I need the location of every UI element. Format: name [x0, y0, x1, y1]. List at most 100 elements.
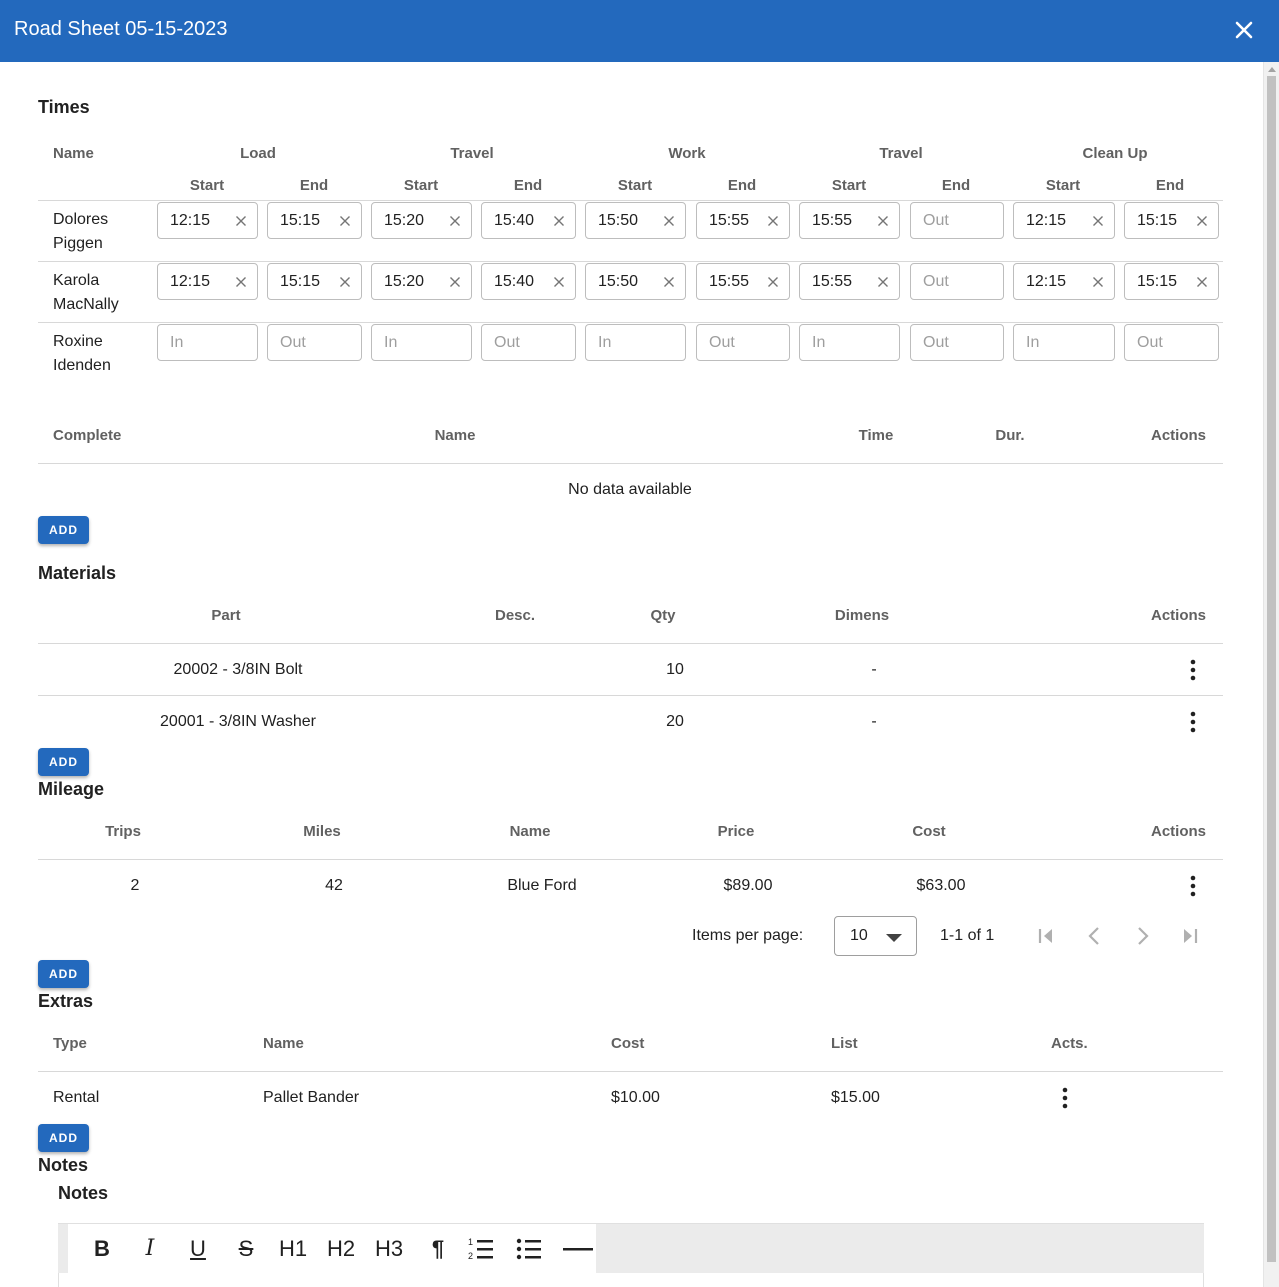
materials-qty-header: Qty [650, 607, 676, 624]
time-out-field[interactable]: Out [481, 324, 576, 361]
heading3-button[interactable]: H3 [366, 1233, 412, 1265]
bold-button[interactable]: B [82, 1233, 122, 1265]
start-subheader: Start [831, 177, 867, 194]
time-in-field[interactable]: In [1013, 324, 1115, 361]
clear-time-icon[interactable] [449, 276, 461, 288]
time-out-field[interactable]: 15:15 [1124, 263, 1219, 300]
time-out-field[interactable]: Out [910, 324, 1004, 361]
bullet-list-icon[interactable] [514, 1233, 546, 1265]
italic-button[interactable]: I [130, 1233, 170, 1265]
extras-section-title: Extras [38, 991, 94, 1011]
time-placeholder: Out [709, 334, 735, 351]
ordered-list-icon[interactable]: 1 2 [466, 1233, 498, 1265]
time-in-field[interactable]: 12:15 [1013, 202, 1115, 239]
previous-page-icon[interactable] [1082, 924, 1106, 948]
group-header-load: Load [240, 145, 276, 162]
clear-time-icon[interactable] [339, 215, 351, 227]
clear-time-icon[interactable] [235, 276, 247, 288]
scroll-up-arrow-icon[interactable] [1268, 67, 1276, 72]
time-out-field[interactable]: 15:55 [696, 263, 790, 300]
strikethrough-button[interactable]: S [226, 1233, 266, 1265]
time-out-field[interactable]: 15:15 [267, 202, 362, 239]
mileage-row-menu-icon[interactable] [1181, 874, 1205, 898]
rich-text-toolbar: B I U S H1 H2 H3 ¶ 1 2 [58, 1223, 1204, 1274]
clear-time-icon[interactable] [663, 215, 675, 227]
time-out-field[interactable]: Out [696, 324, 790, 361]
clear-time-icon[interactable] [877, 276, 889, 288]
notes-editor-body[interactable] [58, 1273, 1204, 1287]
group-header-travel-2: Travel [879, 145, 923, 162]
first-page-icon[interactable] [1034, 924, 1058, 948]
clear-time-icon[interactable] [1196, 276, 1208, 288]
divider [38, 859, 1223, 860]
clear-time-icon[interactable] [1196, 215, 1208, 227]
time-out-field[interactable]: Out [1124, 324, 1219, 361]
time-out-field[interactable]: Out [910, 263, 1004, 300]
material-row-menu-icon[interactable] [1181, 710, 1205, 734]
clear-time-icon[interactable] [767, 215, 779, 227]
end-subheader: End [513, 177, 543, 194]
clear-time-icon[interactable] [553, 276, 565, 288]
clear-time-icon[interactable] [663, 276, 675, 288]
vertical-scrollbar[interactable] [1263, 62, 1279, 1287]
notes-section-title: Notes [38, 1155, 89, 1175]
time-out-field[interactable]: 15:40 [481, 202, 576, 239]
mileage-name-header: Name [509, 823, 551, 840]
time-out-field[interactable]: 15:15 [1124, 202, 1219, 239]
time-in-field[interactable]: In [799, 324, 900, 361]
time-in-field[interactable]: 15:50 [585, 263, 686, 300]
clear-time-icon[interactable] [767, 276, 779, 288]
time-in-field[interactable]: 15:20 [371, 263, 472, 300]
clear-time-icon[interactable] [449, 215, 461, 227]
time-in-field[interactable]: 12:15 [1013, 263, 1115, 300]
time-in-field[interactable]: 12:15 [157, 263, 258, 300]
items-per-page-select[interactable]: 10 [834, 916, 917, 956]
svg-text:1: 1 [468, 1237, 473, 1247]
add-extra-button[interactable]: ADD [38, 1124, 89, 1152]
time-value: 15:20 [384, 273, 425, 290]
heading1-button[interactable]: H1 [270, 1233, 316, 1265]
time-in-field[interactable]: 15:20 [371, 202, 472, 239]
add-material-button[interactable]: ADD [38, 748, 89, 776]
close-icon[interactable] [1232, 18, 1256, 42]
horizontal-rule-icon[interactable] [562, 1233, 594, 1265]
last-page-icon[interactable] [1178, 924, 1202, 948]
paragraph-button[interactable]: ¶ [418, 1233, 458, 1265]
clear-time-icon[interactable] [235, 215, 247, 227]
time-value: 15:15 [280, 273, 321, 290]
material-part: 20002 - 3/8IN Bolt [173, 661, 303, 678]
time-value: 15:50 [598, 273, 639, 290]
time-in-field[interactable]: 15:50 [585, 202, 686, 239]
mileage-actions-header: Actions [1150, 823, 1206, 840]
time-in-field[interactable]: In [157, 324, 258, 361]
time-in-field[interactable]: In [371, 324, 472, 361]
material-part: 20001 - 3/8IN Washer [160, 713, 316, 730]
mileage-price-header: Price [717, 823, 755, 840]
time-out-field[interactable]: 15:55 [696, 202, 790, 239]
heading2-button[interactable]: H2 [318, 1233, 364, 1265]
underline-button[interactable]: U [178, 1233, 218, 1265]
clear-time-icon[interactable] [1092, 215, 1104, 227]
time-placeholder: In [812, 334, 826, 351]
clear-time-icon[interactable] [877, 215, 889, 227]
scrollbar-thumb[interactable] [1267, 76, 1276, 1262]
time-in-field[interactable]: 15:55 [799, 202, 900, 239]
worker-name-line2: MacNally [53, 296, 119, 313]
add-mileage-button[interactable]: ADD [38, 960, 89, 988]
time-out-field[interactable]: 15:15 [267, 263, 362, 300]
time-in-field[interactable]: 15:55 [799, 263, 900, 300]
time-in-field[interactable]: In [585, 324, 686, 361]
time-out-field[interactable]: Out [267, 324, 362, 361]
clear-time-icon[interactable] [553, 215, 565, 227]
toolbar-buttons: B I U S H1 H2 H3 ¶ 1 2 [68, 1224, 596, 1274]
time-out-field[interactable]: Out [910, 202, 1004, 239]
add-task-button[interactable]: ADD [38, 516, 89, 544]
clear-time-icon[interactable] [339, 276, 351, 288]
next-page-icon[interactable] [1131, 924, 1155, 948]
extra-row-menu-icon[interactable] [1053, 1086, 1077, 1110]
clear-time-icon[interactable] [1092, 276, 1104, 288]
time-out-field[interactable]: 15:40 [481, 263, 576, 300]
material-row-menu-icon[interactable] [1181, 658, 1205, 682]
time-in-field[interactable]: 12:15 [157, 202, 258, 239]
worker-name-line1: Karola [53, 272, 100, 289]
